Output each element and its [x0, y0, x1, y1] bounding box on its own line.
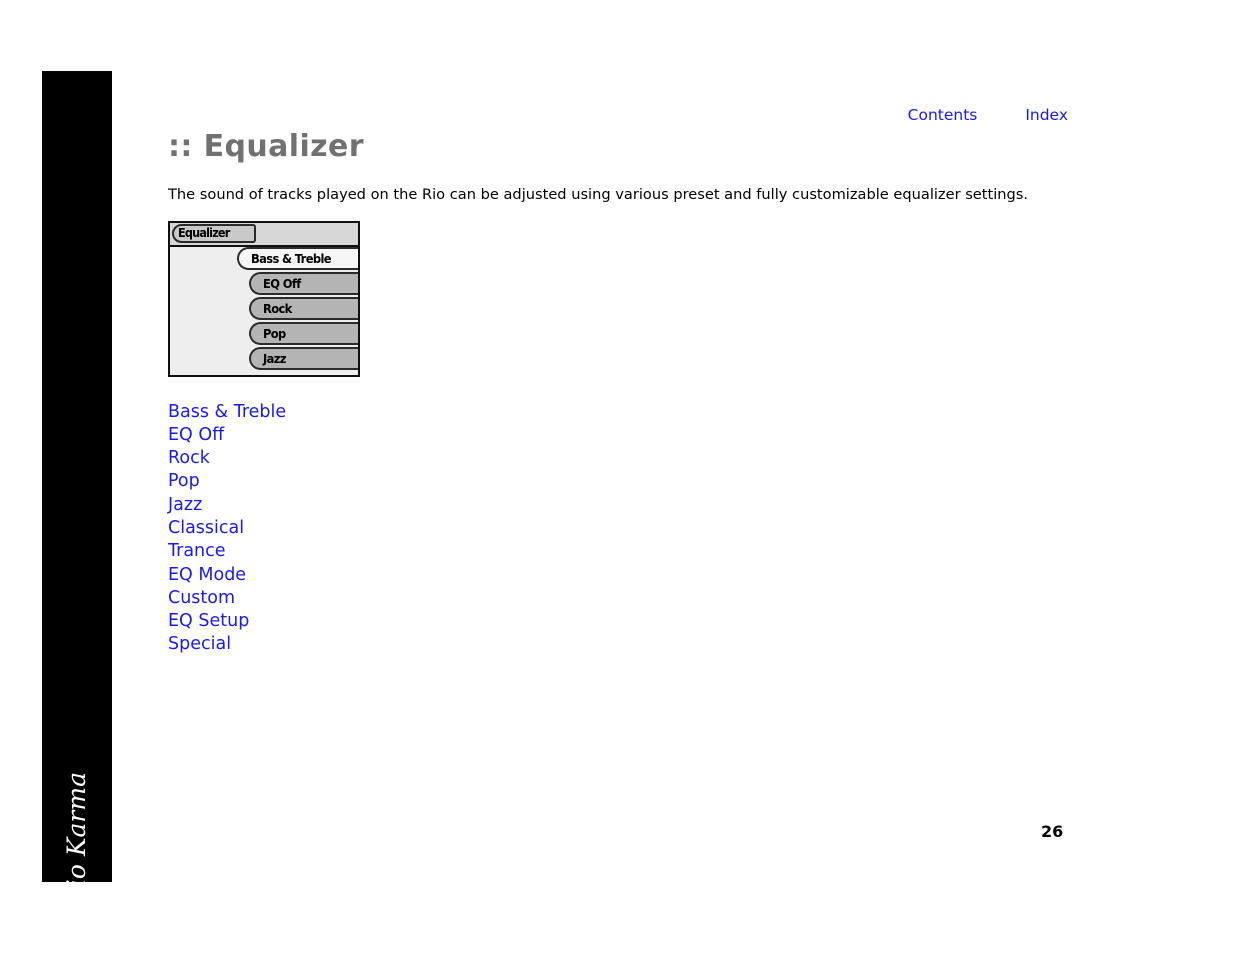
link-trance[interactable]: Trance: [168, 540, 1068, 563]
device-menu-row-label: EQ Off: [263, 275, 301, 291]
link-special[interactable]: Special: [168, 633, 1068, 656]
device-screen-image: Equalizer Bass & Treble EQ Off Rock Pop …: [168, 220, 360, 377]
list-item: Rock: [168, 447, 1068, 470]
list-item: Jazz: [168, 494, 1068, 517]
intro-paragraph: The sound of tracks played on the Rio ca…: [168, 186, 1029, 203]
list-item: EQ Mode: [168, 564, 1068, 587]
list-item: Special: [168, 633, 1068, 656]
device-menu-row-label: Bass & Treble: [251, 250, 332, 266]
list-item: Custom: [168, 587, 1068, 610]
device-menu-row-pop: Pop: [249, 321, 358, 345]
device-screen-title-text: Equalizer: [178, 224, 230, 240]
list-item: EQ Off: [168, 424, 1068, 447]
list-item: EQ Setup: [168, 610, 1068, 633]
device-menu-row-bass-treble: Bass & Treble: [237, 246, 358, 270]
link-custom[interactable]: Custom: [168, 587, 1068, 610]
device-menu-row-label: Rock: [263, 300, 292, 316]
link-rock[interactable]: Rock: [168, 447, 1068, 470]
list-item: Trance: [168, 540, 1068, 563]
top-navigation: Contents Index: [908, 106, 1068, 124]
link-eq-setup[interactable]: EQ Setup: [168, 610, 1068, 633]
topic-link-list: Bass & Treble EQ Off Rock Pop Jazz Class…: [168, 401, 1068, 657]
device-menu-row-jazz: Jazz: [249, 346, 358, 370]
device-menu-row-eq-off: EQ Off: [249, 271, 358, 295]
device-menu-row-rock: Rock: [249, 296, 358, 320]
page-number: 26: [1041, 822, 1064, 841]
link-eq-off[interactable]: EQ Off: [168, 424, 1068, 447]
link-classical[interactable]: Classical: [168, 517, 1068, 540]
link-pop[interactable]: Pop: [168, 470, 1068, 493]
page-title: :: Equalizer: [168, 129, 364, 164]
link-bass-treble[interactable]: Bass & Treble: [168, 401, 1068, 424]
device-screen-titlebar: Equalizer: [170, 222, 358, 247]
device-menu-row-label: Jazz: [263, 350, 286, 366]
nav-link-contents[interactable]: Contents: [908, 106, 978, 124]
link-eq-mode[interactable]: EQ Mode: [168, 564, 1068, 587]
list-item: Bass & Treble: [168, 401, 1068, 424]
nav-link-index[interactable]: Index: [1025, 106, 1068, 124]
main-content: :: Equalizer The sound of tracks played …: [168, 128, 1068, 657]
sidebar-brand-label: Rio Karma: [62, 772, 91, 906]
device-menu-row-label: Pop: [263, 325, 286, 341]
sidebar: Rio Karma: [42, 71, 112, 906]
list-item: Classical: [168, 517, 1068, 540]
list-item: Pop: [168, 470, 1068, 493]
link-jazz[interactable]: Jazz: [168, 494, 1068, 517]
